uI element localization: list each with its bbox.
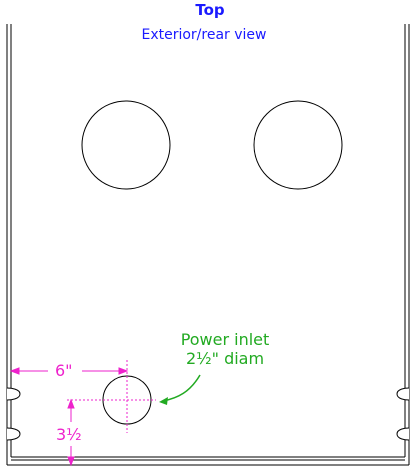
dimension-3-5in: 3½	[56, 425, 82, 444]
panel-outline	[6, 24, 410, 466]
left-notches	[6, 387, 21, 441]
large-hole-right	[253, 100, 343, 190]
callout-line-2: 2½" diam	[185, 349, 265, 368]
large-hole-left	[81, 100, 171, 190]
dimension-6in: 6"	[55, 361, 73, 380]
right-notches	[396, 387, 410, 441]
rear-panel-diagram: Top Exterior/rear view Power inlet 2½" d…	[0, 0, 420, 471]
panel-drawing	[6, 24, 410, 467]
callout-line-1: Power inlet	[180, 330, 270, 349]
callout-arrow	[159, 374, 201, 405]
